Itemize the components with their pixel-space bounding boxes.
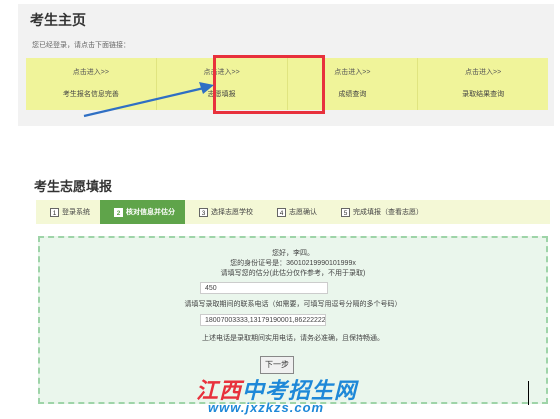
step-login: 1 登录系统 bbox=[36, 200, 100, 224]
phone-input[interactable] bbox=[200, 314, 326, 326]
annotation-arrow-icon bbox=[83, 82, 214, 118]
step-label: 核对信息并估分 bbox=[126, 209, 175, 216]
text-cursor-icon bbox=[528, 381, 529, 405]
step-number: 2 bbox=[114, 207, 123, 217]
next-step-button[interactable]: 下一步 bbox=[260, 356, 294, 374]
phone-note: 上述电话是录取期间实用电话，请务必准确，且保持畅通。 bbox=[202, 335, 384, 342]
step-confirm: 4 志愿确认 bbox=[263, 200, 327, 224]
step-complete: 5 完成填报（查看志愿） bbox=[327, 200, 433, 224]
step-number: 4 bbox=[277, 207, 286, 217]
page: 考生主页 您已经登录，请点击下面链接： 点击进入>> 考生报名信息完善 点击进入… bbox=[0, 0, 560, 419]
step-choose-school: 3 选择志愿学校 bbox=[185, 200, 263, 224]
section-title: 考生志愿填报 bbox=[34, 179, 113, 194]
score-input[interactable] bbox=[200, 282, 328, 294]
watermark-url: www.jxzkzs.com bbox=[208, 400, 325, 415]
step-label: 完成填报（查看志愿） bbox=[353, 209, 423, 216]
step-label: 志愿确认 bbox=[289, 209, 317, 216]
score-prompt: 请填写您的估分(此估分仅作参考，不用于录取) bbox=[220, 270, 366, 277]
phone-prompt: 请填写录取期间的联系电话（如需要，可填写用逗号分隔的多个号码） bbox=[184, 301, 402, 308]
step-label: 登录系统 bbox=[62, 209, 90, 216]
step-number: 1 bbox=[50, 207, 59, 217]
step-number: 3 bbox=[199, 207, 208, 217]
site-watermark-logo: 江西中考招生网 www.jxzkzs.com bbox=[196, 373, 396, 419]
id-number-text: 您的身份证号是：36010219990101999x bbox=[230, 260, 356, 267]
step-verify-estimate: 2 核对信息并估分 bbox=[100, 200, 185, 224]
greeting-text: 您好，李四。 bbox=[272, 250, 314, 257]
step-number: 5 bbox=[341, 207, 350, 217]
step-bar: 1 登录系统 2 核对信息并估分 3 选择志愿学校 4 志愿确认 5 完成填报（… bbox=[36, 200, 550, 224]
step-label: 选择志愿学校 bbox=[211, 209, 253, 216]
